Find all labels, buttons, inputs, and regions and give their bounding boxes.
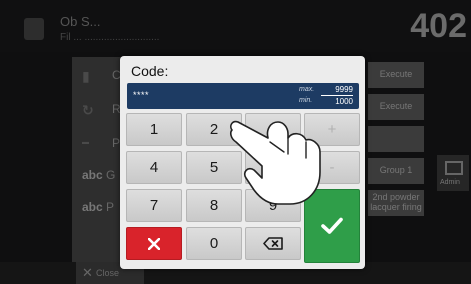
key-4[interactable]: 4 [126, 151, 182, 184]
execute-button[interactable]: Execute [368, 94, 424, 120]
key-5[interactable]: 5 [186, 151, 242, 184]
min-label: min. [299, 97, 313, 104]
program-subtitle: Fil ... ........................... [60, 32, 160, 43]
monitor-icon [445, 161, 463, 175]
backspace-button[interactable] [245, 227, 301, 260]
divider [321, 95, 353, 96]
max-value: 9999 [335, 85, 353, 94]
cancel-button[interactable] [126, 227, 182, 260]
key-plus[interactable]: + [304, 113, 360, 146]
key-0[interactable]: 0 [186, 227, 242, 260]
close-icon: ✕ [82, 265, 93, 280]
key-8[interactable]: 8 [186, 189, 242, 222]
firing-mode-button[interactable]: 2nd powder lacquer firing [368, 190, 424, 216]
key-minus[interactable]: - [304, 151, 360, 184]
confirm-button[interactable] [304, 189, 360, 263]
top-bar: Ob S... Fil ... ........................… [0, 0, 471, 52]
key-9[interactable]: 9 [245, 189, 301, 222]
code-display: **** max. 9999 min. 1000 [127, 83, 359, 109]
admin-button[interactable]: Admin [437, 155, 469, 191]
code-value: **** [133, 90, 150, 100]
max-label: max. [299, 86, 315, 93]
code-dialog: Code: **** max. 9999 min. 1000 1 2 3 + 4… [120, 56, 365, 269]
key-6[interactable]: 6 [245, 151, 301, 184]
empty-slot-button[interactable] [368, 126, 424, 152]
checkmark-icon [321, 217, 343, 234]
cross-icon [148, 237, 160, 250]
dialog-title: Code: [131, 63, 169, 79]
program-icon: ▮ [82, 68, 90, 84]
badge-icon: ▬ [82, 139, 89, 146]
key-3[interactable]: 3 [245, 113, 301, 146]
execute-button[interactable]: Execute [368, 62, 424, 88]
min-value: 1000 [335, 97, 353, 106]
program-name: Ob S... [60, 14, 101, 29]
refresh-icon: ↻ [82, 102, 94, 118]
key-2[interactable]: 2 [186, 113, 242, 146]
key-1[interactable]: 1 [126, 113, 182, 146]
group-button[interactable]: Group 1 [368, 158, 424, 184]
furnace-icon [24, 18, 44, 40]
backspace-icon [263, 237, 283, 250]
temperature-readout: 402 [410, 7, 467, 45]
key-7[interactable]: 7 [126, 189, 182, 222]
